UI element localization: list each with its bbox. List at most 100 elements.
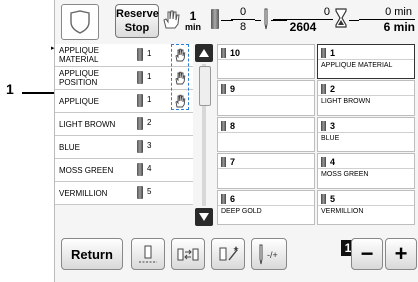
return-button[interactable]: Return <box>61 238 123 270</box>
current-marker-icon: ▸ <box>51 45 55 52</box>
needle-color-name <box>218 95 314 114</box>
needle-cell[interactable]: 10 <box>217 44 315 80</box>
time-per-color: 1 min <box>185 9 202 32</box>
thread-spool-icon <box>137 140 143 153</box>
hand-stop-icon <box>163 10 180 29</box>
thread-color-name: APPLIQUE MATERIAL <box>59 46 100 64</box>
thread-spool-icon <box>221 120 226 131</box>
needle-adjust-button[interactable]: -/+ <box>251 238 287 270</box>
needle-number: 1 <box>147 95 152 104</box>
thread-spool-icon <box>137 94 143 107</box>
thread-color-name: BLUE <box>59 142 80 152</box>
needle-label: 7 <box>221 157 236 168</box>
needle-number: 7 <box>230 157 236 168</box>
speed-increase-button[interactable]: + <box>385 238 417 270</box>
thread-spool-icon <box>221 84 226 95</box>
needle-color-name <box>218 131 314 151</box>
thread-spool-icon <box>321 84 326 95</box>
needle-number: 4 <box>330 157 336 168</box>
needle-label: 5 <box>321 193 336 204</box>
needle-cell[interactable]: 8 <box>217 116 315 153</box>
divider <box>221 20 233 21</box>
needle-cell[interactable]: 7 <box>217 153 315 189</box>
needle-cell[interactable]: 2 LIGHT BROWN <box>317 80 415 116</box>
return-label: Return <box>71 246 113 262</box>
needle-number: 10 <box>230 48 241 58</box>
needle-label: 2 <box>321 84 336 95</box>
needle-color-name: VERMILLION <box>318 204 414 224</box>
needle-number: 3 <box>330 120 336 131</box>
needle-label: 8 <box>221 120 236 131</box>
thread-list-item[interactable]: MOSS GREEN 4 <box>55 159 193 182</box>
needle-color-name: DEEP GOLD <box>218 204 314 224</box>
thread-spool-icon <box>137 163 143 176</box>
needle-number: 5 <box>147 187 152 196</box>
needle-color-name: APPLIQUE MATERIAL <box>318 59 414 78</box>
divider <box>255 20 261 21</box>
needle-cell[interactable]: 5 VERMILLION <box>317 189 415 225</box>
thread-change-button[interactable] <box>211 238 245 270</box>
thread-color-name: VERMILLION <box>59 188 108 198</box>
needle-number: 6 <box>230 193 236 204</box>
color-sort-button[interactable] <box>171 238 205 270</box>
spool-trim-icon <box>139 245 157 263</box>
machine-screen: Reserve Stop 1 min 0 8 0 2604 0 min 6 mi… <box>51 0 418 282</box>
needle-cell[interactable]: 3 BLUE <box>317 116 415 153</box>
scroll-thumb[interactable] <box>199 66 211 106</box>
shield-outline-icon <box>70 10 90 34</box>
thread-spool-icon <box>211 9 219 29</box>
thread-trim-button[interactable] <box>131 238 165 270</box>
needle-number: 2 <box>330 84 336 95</box>
thread-color-name: MOSS GREEN <box>59 165 114 175</box>
needle-cell[interactable]: 9 <box>217 80 315 116</box>
thread-list-item[interactable]: VERMILLION 5 <box>55 182 193 205</box>
thread-spool-icon <box>321 48 326 58</box>
thread-spool-icon <box>321 193 326 204</box>
design-preview <box>61 4 99 40</box>
thread-list-item[interactable]: LIGHT BROWN 2 <box>55 113 193 136</box>
reserve-stop-line2: Stop <box>124 22 150 34</box>
needle-cell[interactable]: 6 DEEP GOLD <box>217 189 315 225</box>
thread-spool-icon <box>137 71 143 84</box>
thread-spool-icon <box>137 186 143 199</box>
needle-color-name: BLUE <box>318 131 414 151</box>
needle-number: 1 <box>147 72 152 81</box>
needle-label: 1 <box>321 48 335 58</box>
thread-color-name: APPLIQUE <box>59 96 100 106</box>
needle-color-name: LIGHT BROWN <box>318 95 414 114</box>
needle-cell[interactable]: 1 APPLIQUE MATERIAL <box>317 44 415 80</box>
needle-number: 3 <box>147 141 152 150</box>
thread-spool-icon <box>137 117 143 130</box>
divider <box>349 20 359 21</box>
needle-number: 1 <box>147 49 152 58</box>
bottom-toolbar: Return -/+ − + <box>55 236 418 280</box>
needle-color-name: MOSS GREEN <box>318 168 414 187</box>
stitch-progress: 0 2604 <box>273 6 333 34</box>
needle-label: 10 <box>221 48 240 58</box>
time-progress: 0 min 6 min <box>359 6 415 34</box>
speed-decrease-button[interactable]: − <box>351 238 383 270</box>
triangle-up-icon <box>199 49 209 57</box>
needle-number: 5 <box>330 193 336 204</box>
thread-spool-icon <box>137 48 143 61</box>
needle-label: 9 <box>221 84 236 95</box>
needle-number: 4 <box>147 164 152 173</box>
needle-label: 4 <box>321 157 336 168</box>
scroll-down-button[interactable] <box>195 208 213 226</box>
thread-list-scrollbar[interactable] <box>195 44 213 226</box>
thread-color-name: LIGHT BROWN <box>59 119 116 129</box>
scroll-up-button[interactable] <box>195 44 213 62</box>
needle-label: 6 <box>221 193 236 204</box>
reserve-stop-button[interactable]: Reserve Stop <box>115 4 159 38</box>
needle-number: 2 <box>147 118 152 127</box>
thread-spool-icon <box>221 193 226 204</box>
spool-wand-icon <box>219 246 239 261</box>
needle-icon <box>264 8 268 30</box>
thread-list-item[interactable]: BLUE 3 <box>55 136 193 159</box>
callout-number: 1 <box>6 81 14 97</box>
needle-number: 9 <box>230 84 236 95</box>
needle-number: 8 <box>230 120 236 131</box>
color-sort-icon <box>177 248 199 261</box>
needle-color-name <box>218 168 314 187</box>
needle-cell[interactable]: 4 MOSS GREEN <box>317 153 415 189</box>
